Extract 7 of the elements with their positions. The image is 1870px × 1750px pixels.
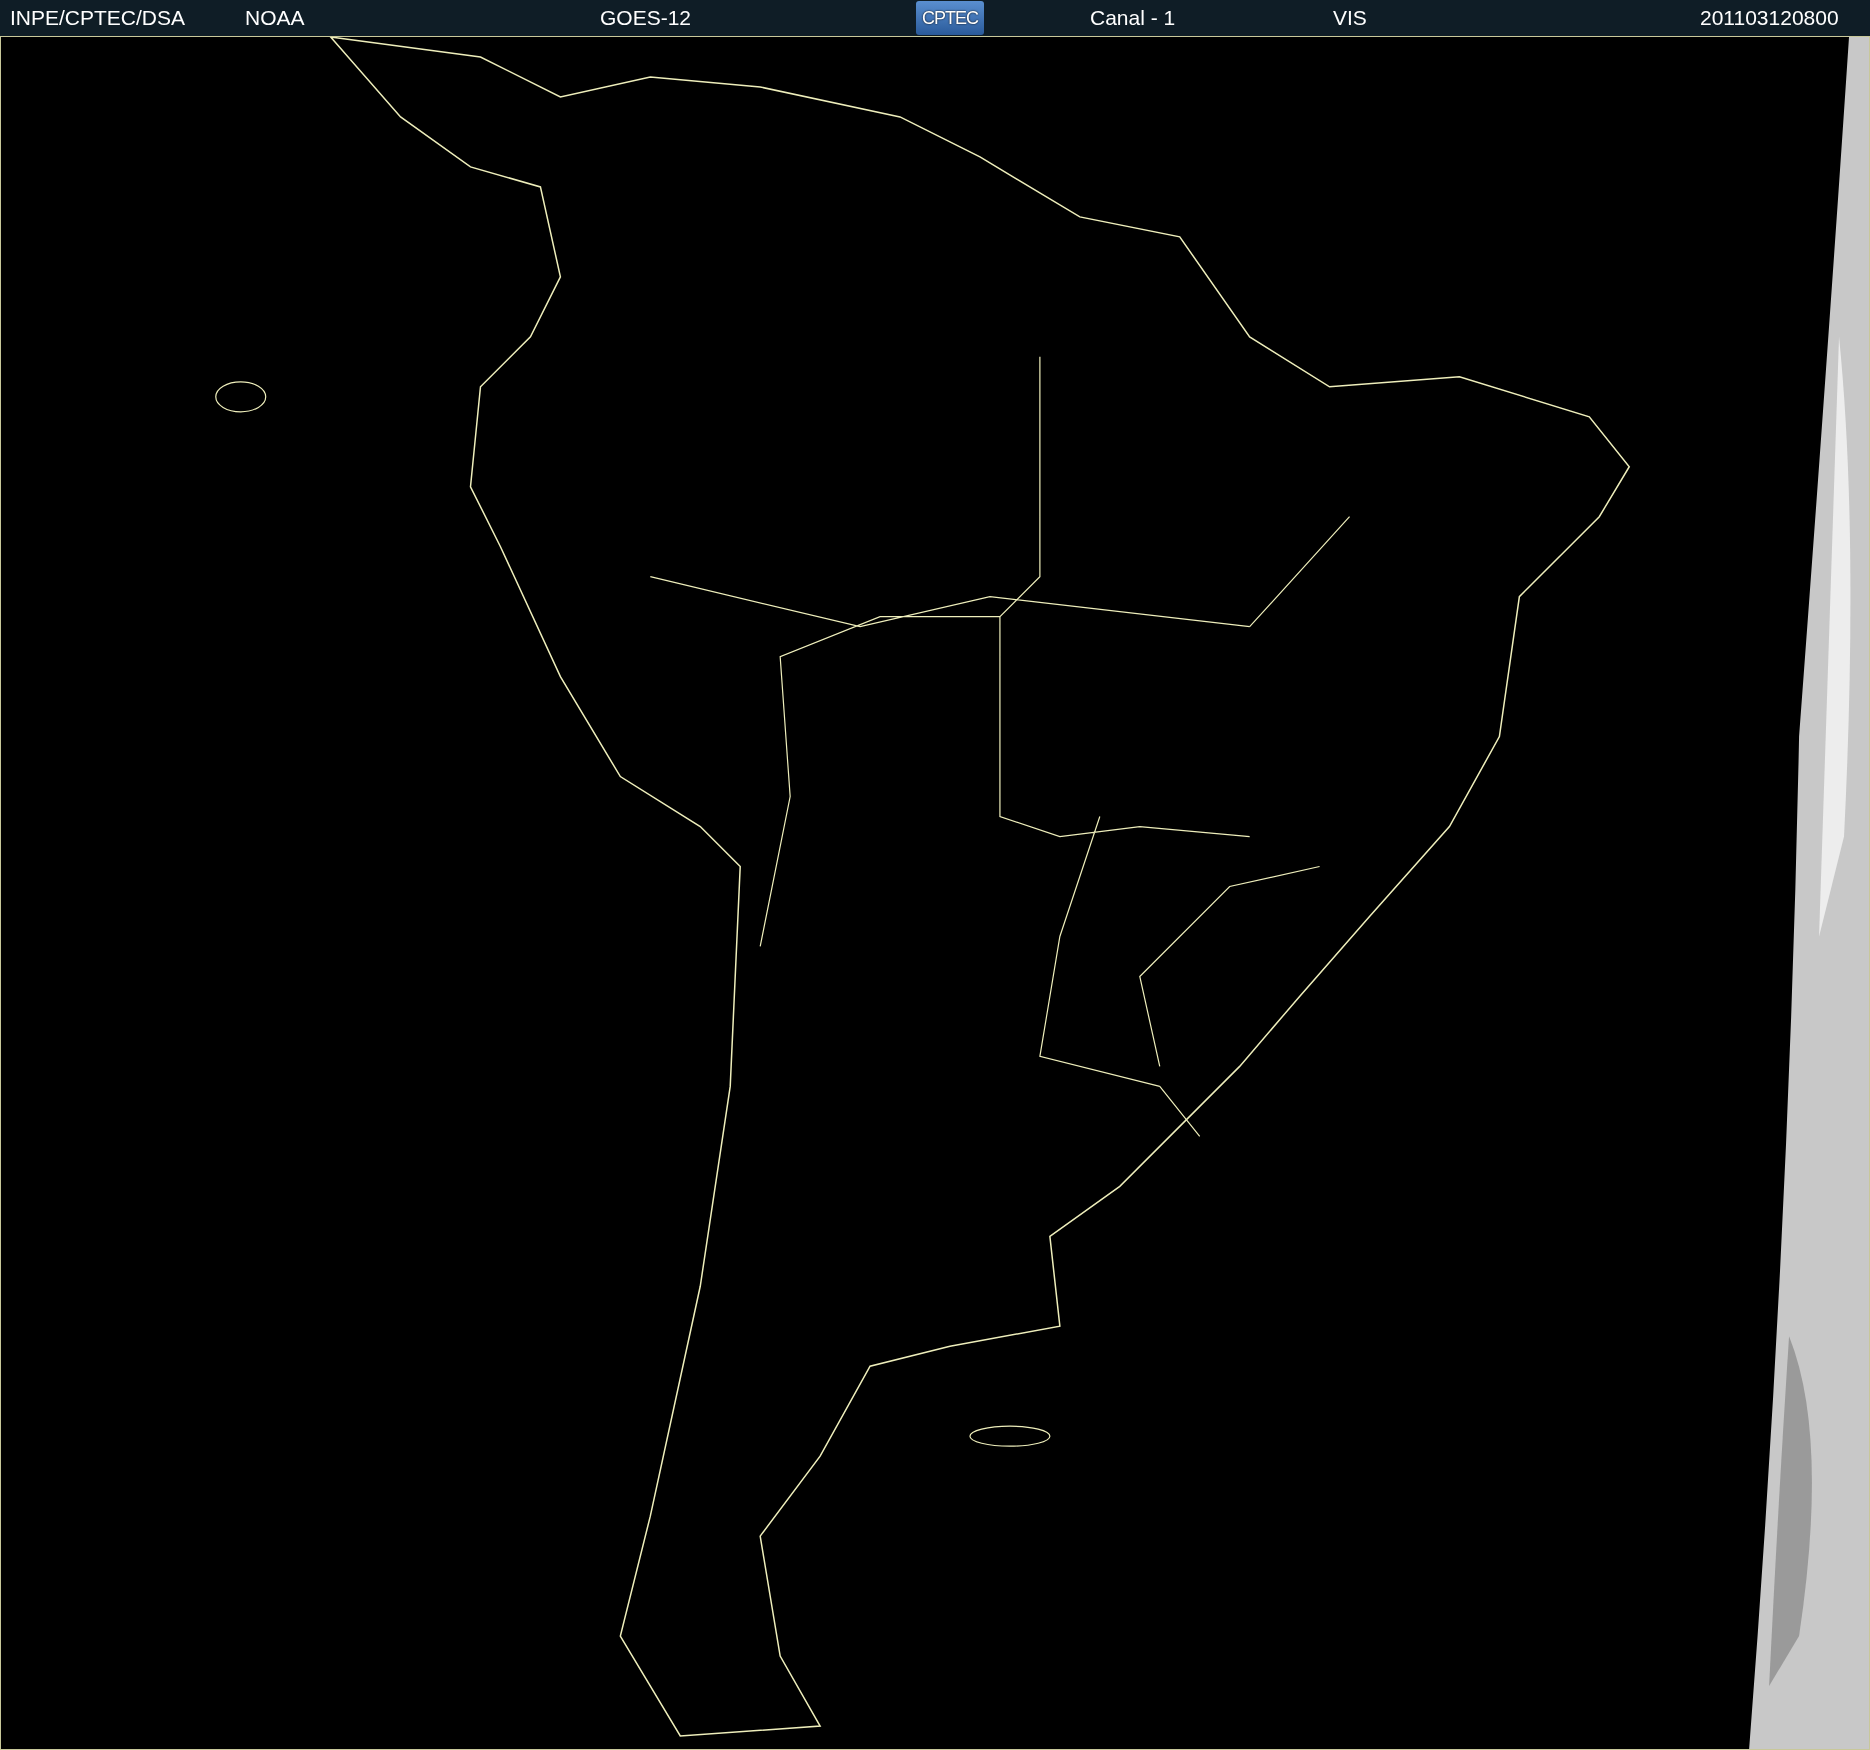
header-label: GOES-12 (599, 6, 693, 30)
logo: CPTEC (916, 1, 984, 35)
header-label: INPE/CPTEC/DSA (9, 6, 187, 30)
header-label: Canal - 1 (1089, 6, 1177, 30)
header-label: 201103120800 (1699, 6, 1840, 30)
header-label: VIS (1332, 6, 1368, 30)
header-label: NOAA (244, 6, 306, 30)
